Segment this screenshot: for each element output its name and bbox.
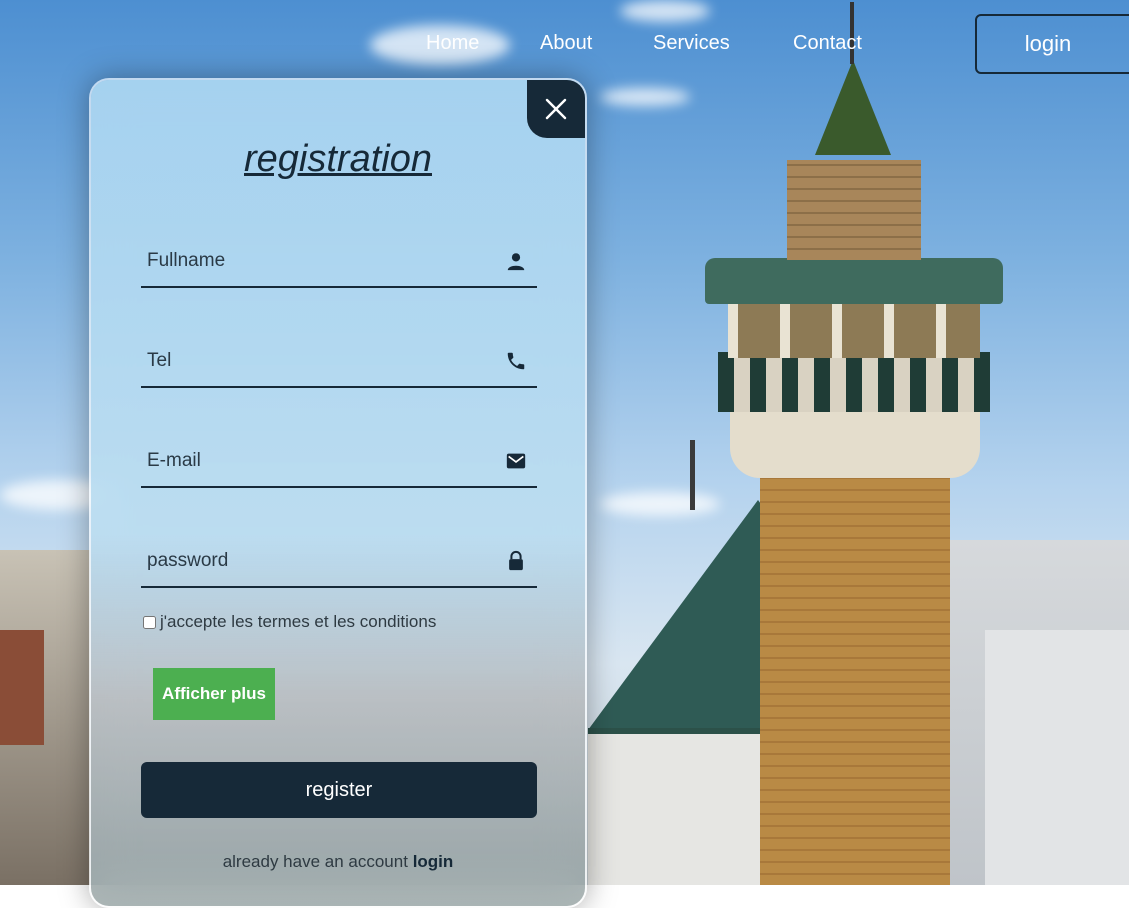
nav-about-link[interactable]: About xyxy=(540,32,592,55)
password-input[interactable] xyxy=(141,536,493,586)
close-button[interactable] xyxy=(527,80,585,138)
password-field xyxy=(141,536,537,588)
fullname-field xyxy=(141,236,537,288)
login-link[interactable]: login xyxy=(413,852,454,871)
phone-icon xyxy=(507,352,525,370)
close-icon xyxy=(545,98,567,120)
fullname-input[interactable] xyxy=(141,236,493,286)
nav-login-button[interactable]: login xyxy=(975,14,1129,74)
person-icon xyxy=(507,253,525,271)
tel-input[interactable] xyxy=(141,336,493,386)
form-title: registration xyxy=(244,138,432,180)
registration-card: registration j'accepte les termes et les… xyxy=(89,78,587,908)
login-prompt: already have an account login xyxy=(91,852,585,872)
terms-checkbox[interactable] xyxy=(143,615,156,629)
register-button[interactable]: register xyxy=(141,762,537,818)
nav-services-link[interactable]: Services xyxy=(653,32,730,55)
login-prompt-text: already have an account xyxy=(222,852,408,871)
show-more-button[interactable]: Afficher plus xyxy=(153,668,275,720)
main-nav: Home About Services Contact xyxy=(0,32,1129,62)
terms-row: j'accepte les termes et les conditions xyxy=(143,612,436,632)
lock-icon xyxy=(509,550,523,571)
email-input[interactable] xyxy=(141,436,493,486)
nav-home-link[interactable]: Home xyxy=(426,32,479,55)
tel-field xyxy=(141,336,537,388)
terms-label: j'accepte les termes et les conditions xyxy=(160,612,437,631)
email-field xyxy=(141,436,537,488)
mail-icon xyxy=(506,453,526,469)
nav-contact-link[interactable]: Contact xyxy=(793,32,862,55)
